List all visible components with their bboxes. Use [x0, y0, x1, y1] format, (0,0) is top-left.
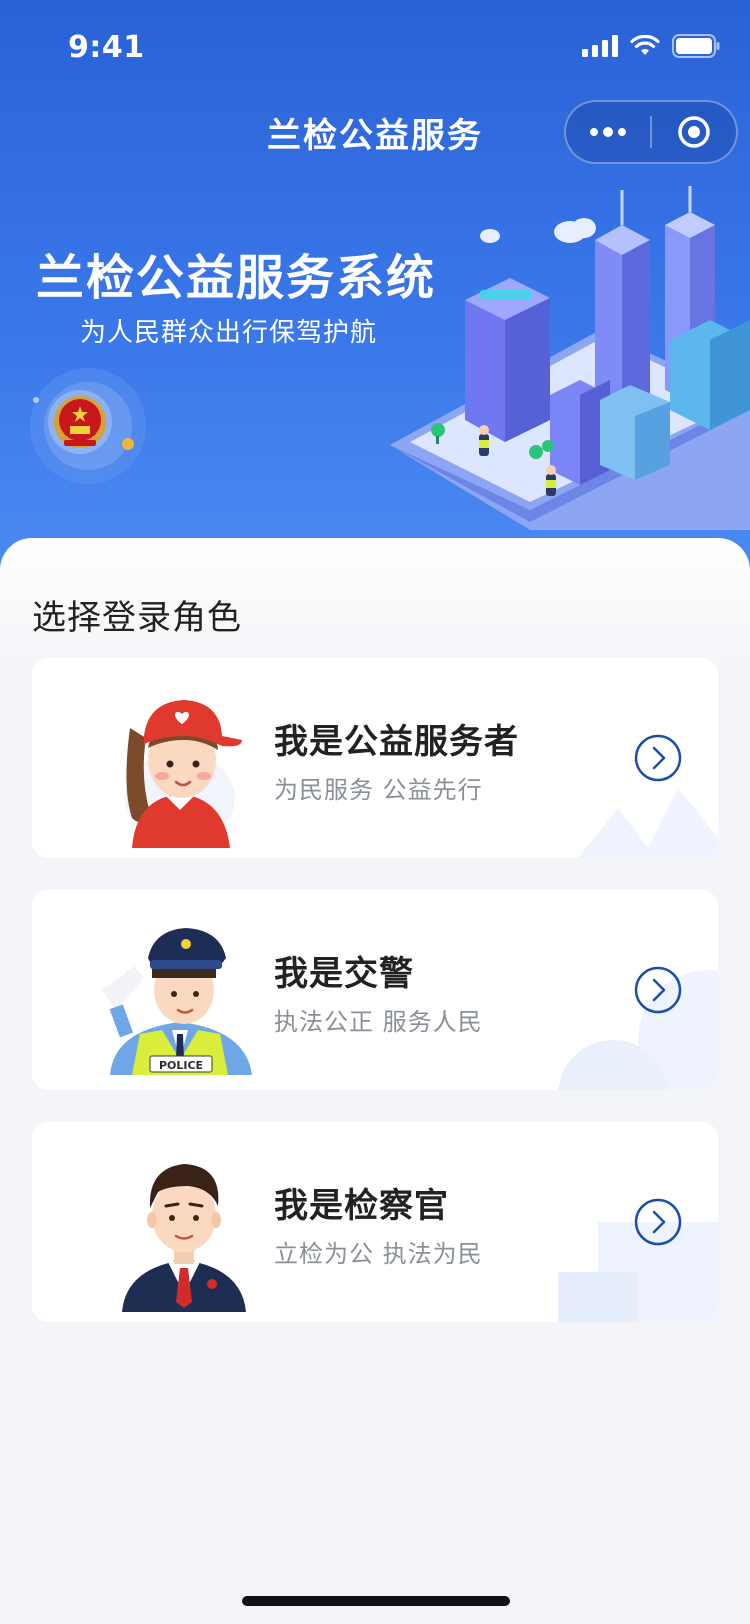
- status-icons: [582, 34, 720, 58]
- more-button[interactable]: [566, 102, 650, 162]
- chevron-right-icon[interactable]: [634, 734, 682, 782]
- role-subtitle: 为民服务 公益先行: [274, 776, 483, 804]
- close-button[interactable]: [652, 102, 736, 162]
- wifi-icon: [630, 35, 660, 55]
- role-title: 我是交警: [274, 954, 414, 994]
- city-illustration: [390, 186, 750, 530]
- chevron-right-icon[interactable]: [634, 1198, 682, 1246]
- miniprogram-capsule[interactable]: [564, 100, 738, 164]
- role-title: 我是公益服务者: [274, 722, 519, 762]
- more-dots-icon: [590, 127, 626, 137]
- role-title: 我是检察官: [274, 1186, 449, 1226]
- target-close-icon: [678, 116, 710, 148]
- role-card-volunteer[interactable]: 我是公益服务者 为民服务 公益先行: [32, 658, 718, 858]
- role-card-police[interactable]: POLICE 我是交警 执法公正 服务人民: [32, 890, 718, 1090]
- role-subtitle: 执法公正 服务人民: [274, 1008, 483, 1036]
- hero-banner: 9:41 兰检公益服务 兰检公益服务系统 为人民群众出行保驾护航: [0, 0, 750, 600]
- volunteer-avatar-icon: [125, 700, 242, 848]
- status-bar: 9:41: [0, 0, 750, 96]
- police-avatar-icon: POLICE: [102, 928, 256, 1080]
- home-indicator[interactable]: [242, 1596, 510, 1606]
- role-subtitle: 立检为公 执法为民: [274, 1240, 483, 1268]
- chevron-right-icon[interactable]: [634, 966, 682, 1014]
- status-time: 9:41: [68, 30, 145, 65]
- section-title: 选择登录角色: [32, 598, 242, 638]
- banner-subtitle: 为人民群众出行保驾护航: [80, 318, 378, 348]
- police-badge-text: POLICE: [159, 1059, 203, 1072]
- battery-icon: [672, 34, 720, 58]
- national-emblem-icon: [30, 368, 146, 484]
- signal-icon: [582, 35, 618, 57]
- role-card-prosecutor[interactable]: 我是检察官 立检为公 执法为民: [32, 1122, 718, 1322]
- prosecutor-avatar-icon: [122, 1164, 246, 1312]
